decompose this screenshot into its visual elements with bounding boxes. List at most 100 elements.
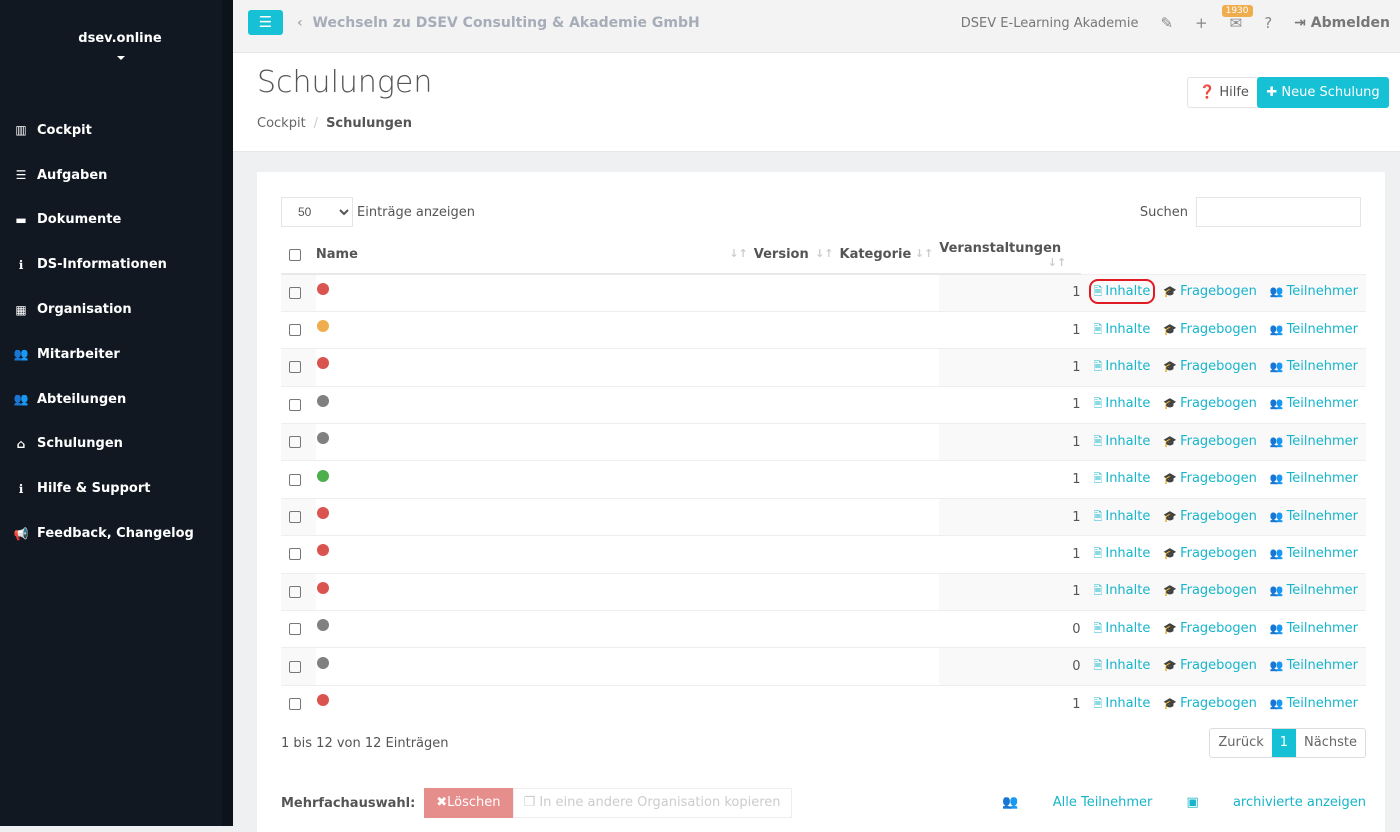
teilnehmer-link[interactable]: 👥 Teilnehmer	[1270, 696, 1358, 711]
help-icon[interactable]: ?	[1264, 14, 1272, 32]
help-label: Hilfe	[1219, 85, 1249, 100]
fragebogen-link[interactable]: 🎓 Fragebogen	[1163, 284, 1257, 299]
row-checkbox[interactable]	[289, 698, 301, 711]
teilnehmer-link[interactable]: 👥 Teilnehmer	[1270, 509, 1358, 524]
row-checkbox[interactable]	[289, 361, 301, 374]
page-1-button[interactable]: 1	[1271, 729, 1297, 757]
prev-button[interactable]: Zurück	[1210, 729, 1271, 757]
fragebogen-link[interactable]: 🎓 Fragebogen	[1163, 322, 1257, 337]
row-checkbox[interactable]	[289, 585, 301, 598]
org-switcher[interactable]: dsev.online	[0, 31, 240, 46]
sidebar-item-dokumente[interactable]: ▬ Dokumente	[0, 198, 222, 243]
teilnehmer-link[interactable]: 👥 Teilnehmer	[1270, 546, 1358, 561]
sidebar-item-abteilungen[interactable]: 👥 Abteilungen	[0, 377, 222, 422]
teilnehmer-link[interactable]: 👥 Teilnehmer	[1270, 359, 1358, 374]
inhalte-link[interactable]: 🗎 Inhalte	[1094, 396, 1151, 411]
plus-icon[interactable]: +	[1195, 14, 1208, 32]
help-button[interactable]: ❓ Hilfe	[1187, 77, 1261, 108]
all-participants-link[interactable]: 👥 Alle Teilnehmer	[1002, 795, 1152, 810]
teilnehmer-link[interactable]: 👥 Teilnehmer	[1270, 322, 1358, 337]
logout-button[interactable]: ⇥ Abmelden	[1294, 15, 1390, 31]
inhalte-link[interactable]: 🗎 Inhalte	[1094, 509, 1151, 524]
teilnehmer-link[interactable]: 👥 Teilnehmer	[1270, 621, 1358, 636]
edit-icon[interactable]: ✎	[1160, 14, 1173, 32]
row-checkbox[interactable]	[289, 398, 301, 411]
teilnehmer-link[interactable]: 👥 Teilnehmer	[1270, 434, 1358, 449]
sidebar-item-organisation[interactable]: ▦ Organisation	[0, 287, 222, 332]
select-all-checkbox[interactable]	[289, 248, 301, 261]
users-icon: 👥	[1269, 397, 1284, 411]
switch-org-link[interactable]: ‹ Wechseln zu DSEV Consulting & Akademie…	[297, 15, 700, 31]
col-events[interactable]: Veranstaltungen ↓↑	[939, 236, 1073, 275]
inhalte-link[interactable]: 🗎 Inhalte	[1094, 471, 1151, 486]
inhalte-link[interactable]: 🗎 Inhalte	[1094, 583, 1151, 598]
caret-down-icon[interactable]	[117, 56, 125, 60]
teilnehmer-link[interactable]: 👥 Teilnehmer	[1270, 658, 1358, 673]
fragebogen-link[interactable]: 🎓 Fragebogen	[1163, 471, 1257, 486]
graduation-cap-icon: 🎓	[1163, 397, 1178, 411]
fragebogen-link[interactable]: 🎓 Fragebogen	[1163, 396, 1257, 411]
row-checkbox[interactable]	[289, 473, 301, 486]
fragebogen-link[interactable]: 🎓 Fragebogen	[1163, 434, 1257, 449]
teilnehmer-link[interactable]: 👥 Teilnehmer	[1270, 583, 1358, 598]
sidebar-item-cockpit[interactable]: ▥ Cockpit	[0, 108, 222, 153]
delete-button[interactable]: ✖Löschen	[424, 788, 513, 818]
col-category[interactable]: Kategorie ↓↑	[839, 236, 940, 275]
row-checkbox[interactable]	[289, 511, 301, 524]
table-info: 1 bis 12 von 12 Einträgen	[281, 736, 449, 751]
inhalte-link[interactable]: 🗎 Inhalte	[1094, 322, 1151, 337]
col-version[interactable]: Version ↓↑	[753, 236, 840, 275]
document-icon: 🗎	[1093, 621, 1103, 635]
status-dot	[316, 619, 329, 632]
row-checkbox[interactable]	[289, 548, 301, 561]
users-icon: 👥	[13, 347, 29, 362]
new-training-button[interactable]: ✚ Neue Schulung	[1257, 77, 1389, 108]
fragebogen-link[interactable]: 🎓 Fragebogen	[1163, 546, 1257, 561]
events-count: 1	[1072, 535, 1081, 574]
row-checkbox[interactable]	[289, 436, 301, 449]
next-button[interactable]: Nächste	[1296, 729, 1365, 757]
col-name[interactable]: Name ↓↑	[315, 236, 754, 275]
document-icon: 🗎	[1093, 659, 1103, 673]
fragebogen-link[interactable]: 🎓 Fragebogen	[1163, 583, 1257, 598]
inhalte-link[interactable]: 🗎 Inhalte	[1094, 434, 1151, 449]
sidebar-item-mitarbeiter[interactable]: 👥 Mitarbeiter	[0, 332, 222, 377]
fragebogen-link[interactable]: 🎓 Fragebogen	[1163, 696, 1257, 711]
mail-badge: 1930	[1221, 5, 1253, 17]
search-input[interactable]	[1196, 197, 1361, 227]
fragebogen-link[interactable]: 🎓 Fragebogen	[1163, 509, 1257, 524]
breadcrumb: Cockpit / Schulungen	[257, 116, 412, 131]
sidebar-item-hilfe-support[interactable]: ℹ Hilfe & Support	[0, 466, 222, 511]
users-icon: 👥	[13, 392, 29, 407]
fragebogen-link[interactable]: 🎓 Fragebogen	[1163, 621, 1257, 636]
row-checkbox[interactable]	[289, 660, 301, 673]
teilnehmer-link[interactable]: 👥 Teilnehmer	[1270, 471, 1358, 486]
inhalte-link[interactable]: 🗎 Inhalte	[1094, 658, 1151, 673]
inhalte-link[interactable]: 🗎 Inhalte	[1094, 621, 1151, 636]
sidebar-item-ds-informationen[interactable]: ℹ DS-Informationen	[0, 242, 222, 287]
inhalte-link[interactable]: 🗎 Inhalte	[1088, 279, 1156, 305]
row-checkbox[interactable]	[289, 286, 301, 299]
inhalte-link[interactable]: 🗎 Inhalte	[1094, 359, 1151, 374]
breadcrumb-cockpit[interactable]: Cockpit	[257, 116, 306, 131]
sidebar-item-feedback-changelog[interactable]: 📢 Feedback, Changelog	[0, 511, 222, 556]
sidebar-item-schulungen[interactable]: ⌂ Schulungen	[0, 422, 222, 467]
teilnehmer-link[interactable]: 👥 Teilnehmer	[1270, 396, 1358, 411]
row-checkbox[interactable]	[289, 623, 301, 636]
fragebogen-link[interactable]: 🎓 Fragebogen	[1163, 658, 1257, 673]
inhalte-link[interactable]: 🗎 Inhalte	[1094, 696, 1151, 711]
page-length-select[interactable]: 50	[281, 197, 353, 227]
length-label: Einträge anzeigen	[357, 204, 475, 220]
mail-icon[interactable]: ✉ 1930	[1221, 5, 1253, 32]
inhalte-link[interactable]: 🗎 Inhalte	[1094, 546, 1151, 561]
graduation-cap-icon: 🎓	[1163, 359, 1178, 373]
teilnehmer-link[interactable]: 👥 Teilnehmer	[1270, 284, 1358, 299]
fragebogen-link[interactable]: 🎓 Fragebogen	[1163, 359, 1257, 374]
users-icon: 👥	[1269, 621, 1284, 635]
menu-toggle-button[interactable]: ☰	[248, 10, 283, 35]
copy-button[interactable]: ❐ In eine andere Organisation kopieren	[512, 788, 792, 818]
show-archived-link[interactable]: ▣ archivierte anzeigen	[1187, 795, 1366, 810]
table-row: 1 🗎 Inhalte 🎓 Fragebogen 👥 Teilnehmer	[281, 273, 1366, 312]
row-checkbox[interactable]	[289, 324, 301, 337]
sidebar-item-aufgaben[interactable]: ☰ Aufgaben	[0, 153, 222, 198]
